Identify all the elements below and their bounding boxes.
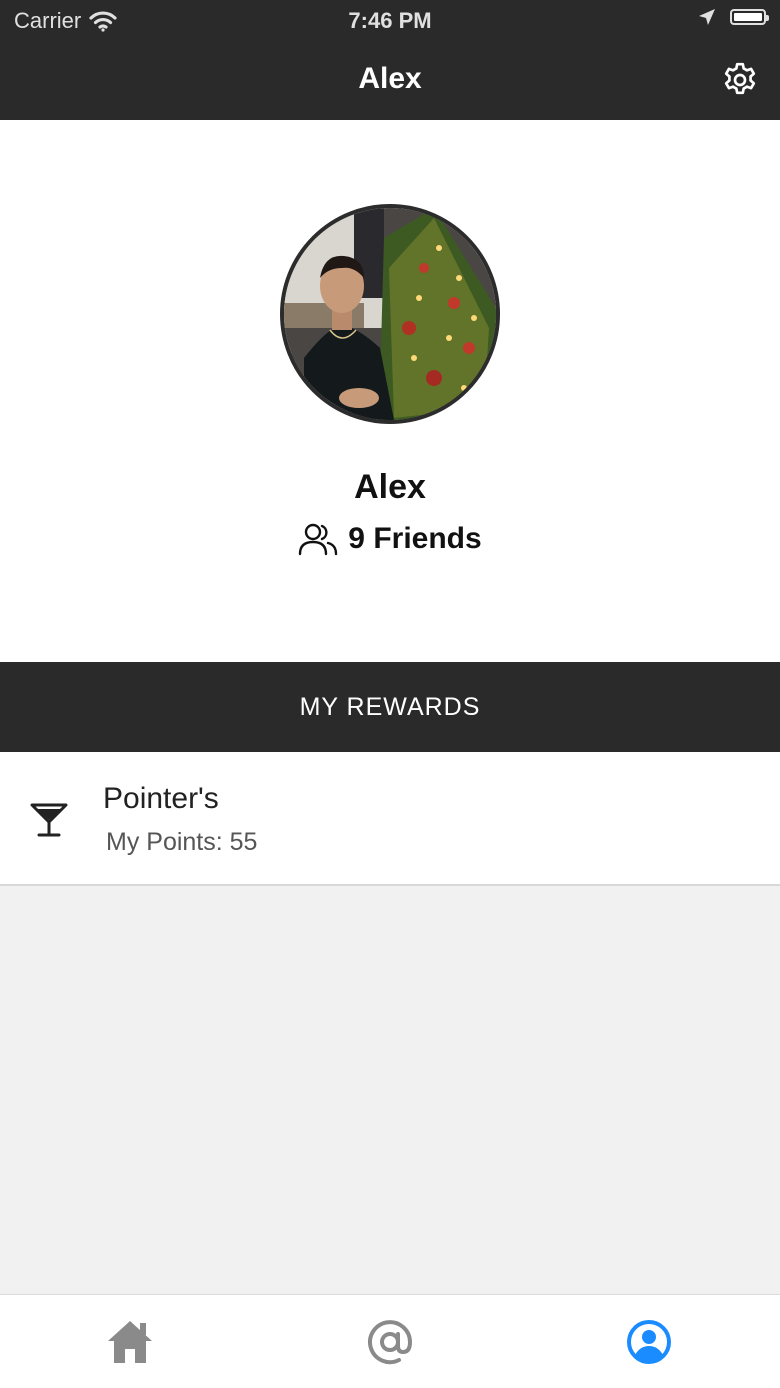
reward-name: Pointer's [103,782,219,815]
reward-item[interactable]: Pointer's My Points: 55 [0,752,780,886]
friends-link[interactable]: 9 Friends [0,522,780,556]
page-title: Alex [358,62,422,95]
reward-points: My Points: 55 [106,828,257,857]
home-icon[interactable] [105,1317,155,1367]
profile-name: Alex [354,468,426,506]
status-time: 7:46 PM [348,8,432,33]
avatar[interactable] [280,204,500,424]
reward-points-label: My Points: [106,828,223,856]
user-circle-icon[interactable] [624,1317,674,1367]
reward-points-value: 55 [229,828,258,856]
rewards-title: MY REWARDS [299,693,481,721]
friends-count: 9 [348,522,365,555]
avatar-photo [284,208,496,420]
at-icon[interactable] [365,1317,415,1367]
friends-label: Friends [373,522,482,555]
status-right [698,8,769,26]
profile-section: Alex 9 Friends [0,120,780,662]
status-bar: Carrier 7:46 PM [0,0,780,40]
tab-bar [0,1294,780,1388]
gear-icon[interactable] [720,60,760,100]
cocktail-icon [30,803,68,837]
nav-bar: Alex [0,40,780,120]
location-arrow-icon [699,9,715,25]
battery-icon [730,9,769,25]
rewards-header: MY REWARDS [0,662,780,752]
friends-icon [299,523,338,556]
